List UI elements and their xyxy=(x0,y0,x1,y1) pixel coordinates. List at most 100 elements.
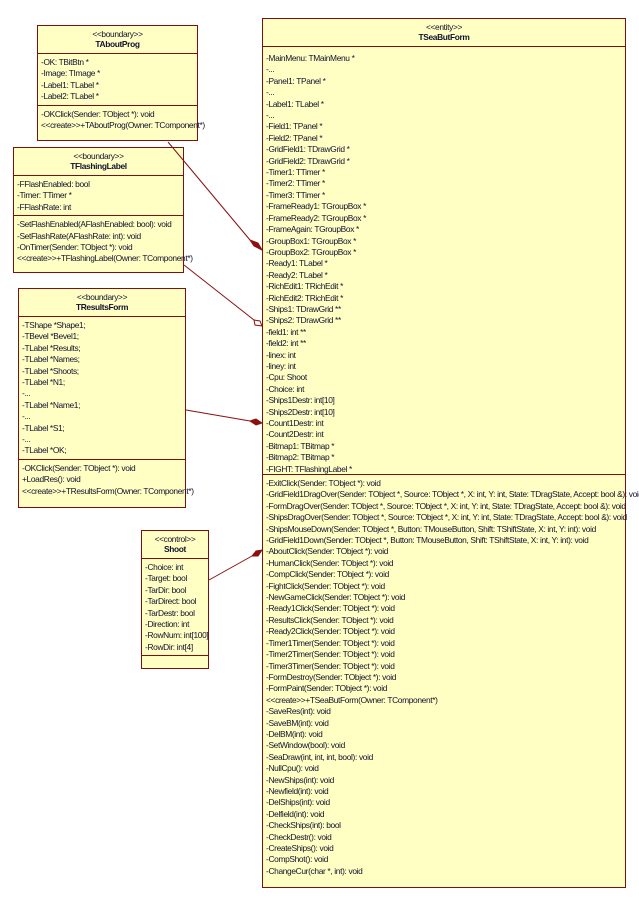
attribute-row: -TarDir: bool xyxy=(145,584,187,595)
attribute-row: -FFlashRate: int xyxy=(17,201,71,212)
attribute-row: -GridField2: TDrawGrid * xyxy=(266,155,350,166)
operation-row: -Ready2Click(Sender: TObject *): void xyxy=(266,626,395,637)
link-flashinglabel xyxy=(183,264,255,321)
attribute-row: -Field2: TPanel * xyxy=(266,132,323,143)
operation-row: -ChangeCur(char *, int): void xyxy=(266,865,363,876)
attribute-row: -Timer: TTimer * xyxy=(17,190,72,201)
attribute-row: -Choice: int xyxy=(145,562,184,572)
operation-row: -FightClick(Sender: TObject *): void xyxy=(266,580,385,591)
operation-row: -Timer3Timer(Sender: TObject *): void xyxy=(266,660,395,671)
operation-row: -ShipsDragOver(Sender: TObject *, Source… xyxy=(266,512,627,523)
class-stereotype: <<boundary>> xyxy=(92,29,143,39)
attribute-row: -TLabel *S1; xyxy=(22,422,65,433)
operation-row: <<create>>+TAboutProg(Owner: TComponent*… xyxy=(41,120,205,131)
operation-row: -SaveBM(int): void xyxy=(266,717,329,728)
class-header: <<boundary>> TFlashingLabel xyxy=(14,148,183,176)
operation-row: -FormDragOver(Sender: TObject *, Source:… xyxy=(266,500,626,511)
class-attributes: -TShape *Shape1; -TBevel *Bevel1; -TLabel … xyxy=(19,317,185,459)
attribute-row: -RichEdit2: TRichEdit * xyxy=(266,292,343,303)
attribute-row: -Ready1: TLabel * xyxy=(266,258,328,269)
attribute-row: -TLabel *Shoots; xyxy=(22,365,79,376)
attribute-row: -field1: int ** xyxy=(266,326,306,337)
operation-row: -AboutClick(Sender: TObject *): void xyxy=(266,546,389,557)
class-tresultsform[interactable]: <<boundary>> TResultsForm -TShape *Shape1;… xyxy=(18,288,194,508)
attribute-row: -OK: TBitBtn * xyxy=(41,57,89,67)
attribute-row: -Ships1Destr: int[10] xyxy=(266,395,335,406)
operation-row: -ExitClick(Sender: TObject *): void xyxy=(266,478,381,488)
class-stereotype: <<control>> xyxy=(154,534,196,544)
class-tflashinglabel[interactable]: <<boundary>> TFlashingLabel -FFlashEnabled… xyxy=(13,147,193,273)
attribute-row: -... xyxy=(266,64,275,75)
attribute-row: -... xyxy=(22,434,31,445)
composition-diamond-icon xyxy=(250,549,264,557)
operation-row: -Ready1Click(Sender: TObject *): void xyxy=(266,603,395,614)
attribute-row: -... xyxy=(22,388,31,399)
attribute-row: -Count2Destr: int xyxy=(266,429,324,440)
attribute-row: -GroupBox2: TGroupBox * xyxy=(266,246,357,257)
class-name: TAboutProg xyxy=(95,39,140,49)
class-header: <<entity>> TSeaButForm xyxy=(263,19,625,47)
operation-row: +LoadRes(): void xyxy=(22,474,81,485)
attribute-row: -Field1: TPanel * xyxy=(266,121,323,132)
attribute-row: -GroupBox1: TGroupBox * xyxy=(266,235,357,246)
operation-row: -Timer1Timer(Sender: TObject *): void xyxy=(266,637,395,648)
class-shoot[interactable]: <<control>> Shoot -Choice: int -Target: boo… xyxy=(141,530,209,669)
composition-diamond-icon xyxy=(248,238,264,252)
attribute-row: -TarDirect: bool xyxy=(145,596,197,607)
attribute-row: -TLabel *Names; xyxy=(22,354,80,365)
operation-row: -FormDestroy(Sender: TObject *): void xyxy=(266,671,397,682)
class-name: TFlashingLabel xyxy=(70,161,127,171)
operation-row: <<create>>+TFlashingLabel(Owner: TCompon… xyxy=(17,253,193,264)
operation-row: -SeaDraw(int, int, int, bool): void xyxy=(266,751,373,762)
operation-row: -SetFlashRate(AFlashRate: int): void xyxy=(17,230,141,241)
operation-row: -DelShips(int): void xyxy=(266,797,330,808)
operation-row: -CompClick(Sender: TObject *): void xyxy=(266,569,389,580)
operation-row: -SetFlashEnabled(AFlashEnabled: bool): v… xyxy=(17,219,172,230)
operation-row: -OKClick(Sender: TObject *): void xyxy=(41,108,155,119)
attribute-row: -Ships1: TDrawGrid ** xyxy=(266,303,341,314)
attribute-row: -Image: TImage * xyxy=(41,68,100,79)
operation-row: -GridField1DragOver(Sender: TObject *, S… xyxy=(266,489,639,500)
attribute-row: -Bitmap2: TBitmap * xyxy=(266,452,335,463)
link-shoot xyxy=(208,555,253,581)
operation-row: -OnTimer(Sender: TObject *): void xyxy=(17,242,133,253)
attribute-row: -Label1: TLabel * xyxy=(41,79,99,90)
attribute-row: -TLabel *Name1; xyxy=(22,399,81,410)
attribute-row: -FrameAgain: TGroupBox * xyxy=(266,224,359,235)
attribute-row: -Timer2: TTimer * xyxy=(266,178,325,189)
attribute-row: -Ready2: TLabel * xyxy=(266,269,328,280)
class-stereotype: <<boundary>> xyxy=(76,292,128,302)
attribute-row: -TLabel *OK; xyxy=(22,445,67,456)
attribute-row: -Timer3: TTimer * xyxy=(266,189,325,200)
class-header: <<boundary>> TResultsForm xyxy=(19,289,185,317)
composition-diamond-icon xyxy=(248,418,264,426)
class-name: TResultsForm xyxy=(75,302,129,312)
operation-row: -NullCpu(): void xyxy=(266,763,319,774)
attribute-row: -Ships2Destr: int[10] xyxy=(266,406,335,417)
class-tseabutform[interactable]: <<entity>> TSeaButForm -MainMenu: TMainMen… xyxy=(262,18,639,888)
attribute-row: -TLabel *N1; xyxy=(22,377,65,388)
attribute-row: -Panel1: TPanel * xyxy=(266,75,326,86)
operation-row: -SaveRes(int): void xyxy=(266,706,331,717)
attribute-row: -Cpu: Shoot xyxy=(266,372,307,383)
operation-row: -CreateShips(): void xyxy=(266,843,334,853)
attribute-row: -Choice: int xyxy=(266,383,305,394)
link-resultsform xyxy=(185,409,251,422)
attribute-row: -... xyxy=(266,110,275,121)
class-taboutprog[interactable]: <<boundary>> TAboutProg -OK: TBitBtn * -Ima… xyxy=(37,25,205,141)
attribute-row: -... xyxy=(266,87,275,98)
attribute-row: -RichEdit1: TRichEdit * xyxy=(266,281,343,292)
attribute-row: -liney: int xyxy=(266,360,296,371)
operation-row: -GridField1Down(Sender: TObject *, Butto… xyxy=(266,535,589,546)
attribute-row: -FrameReady1: TGroupBox * xyxy=(266,201,367,212)
operation-row: <<create>>+TSeaButForm(Owner: TComponent… xyxy=(266,694,438,705)
attribute-row: -Target: bool xyxy=(145,573,188,584)
aggregation-diamond-icon xyxy=(253,319,263,327)
attribute-row: -... xyxy=(22,411,31,422)
operation-row: -NewShips(int): void xyxy=(266,774,334,785)
class-name: Shoot xyxy=(164,544,186,554)
operation-row: -FormPaint(Sender: TObject *): void xyxy=(266,683,388,694)
attribute-row: -TBevel *Bevel1; xyxy=(22,331,79,342)
operation-row: -HumanClick(Sender: TObject *): void xyxy=(266,557,394,568)
attribute-row: -Timer1: TTimer * xyxy=(266,167,325,178)
